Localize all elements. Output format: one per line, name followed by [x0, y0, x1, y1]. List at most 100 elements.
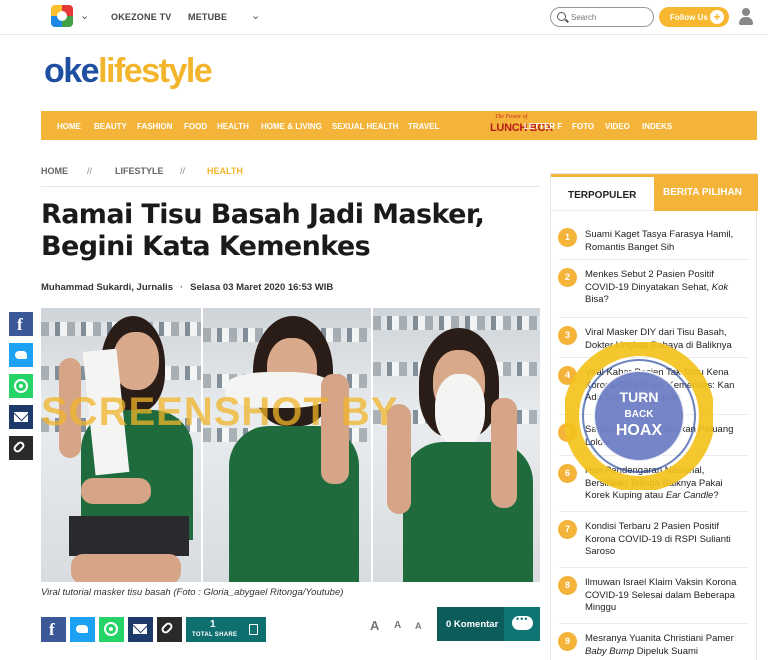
headline-italic: Ear Candle: [665, 490, 714, 501]
popular-divider: [559, 623, 749, 624]
popular-divider: [559, 259, 749, 260]
whatsapp-icon: [14, 379, 28, 393]
headline-tail: Bisa?: [585, 294, 609, 305]
nav-item-beauty[interactable]: BEAUTY: [94, 122, 127, 131]
top-divider: [0, 34, 768, 35]
nav-item-travel[interactable]: TRAVEL: [408, 122, 439, 131]
popular-rank-badge: 8: [558, 576, 577, 595]
bottom-copy-link-button[interactable]: [157, 617, 182, 642]
share-box-icon[interactable]: [249, 624, 258, 635]
nav-item-health[interactable]: HEALTH: [217, 122, 249, 131]
headline-italic: Baby Bump: [585, 645, 635, 657]
breadcrumb-separator: //: [180, 166, 186, 176]
okezone-logo-icon[interactable]: [51, 5, 73, 27]
facebook-icon: f: [17, 315, 23, 334]
article-title: Ramai Tisu Basah Jadi Masker, Begini Kat…: [41, 199, 485, 262]
search-input[interactable]: [571, 11, 649, 24]
total-share-counter: 1 TOTAL SHARE: [186, 617, 266, 642]
font-size-small-button[interactable]: A: [415, 621, 422, 631]
popular-divider: [559, 567, 749, 568]
mail-icon: [14, 412, 28, 422]
breadcrumb-home[interactable]: HOME: [41, 166, 68, 176]
popular-headline[interactable]: Suami Kaget Tasya Farasya Hamil, Romanti…: [585, 229, 747, 254]
headline-text: Kondisi Terbaru 2 Pasien Positif Korona …: [585, 521, 731, 557]
nav-item-food[interactable]: FOOD: [184, 122, 207, 131]
logo-oke: oke: [44, 52, 100, 90]
copy-link-button[interactable]: [9, 436, 33, 460]
nav-item-indeks[interactable]: INDEKS: [642, 122, 672, 131]
comment-bubble-icon: [504, 607, 540, 641]
byline-dot: ·: [179, 282, 184, 293]
nav-item-home-living[interactable]: HOME & LIVING: [261, 122, 322, 131]
tab-terpopuler-label: TERPOPULER: [568, 190, 637, 201]
whatsapp-icon: [104, 622, 118, 636]
main-nav: HOME BEAUTY FASHION FOOD HEALTH HOME & L…: [41, 111, 757, 140]
nav-item-home[interactable]: HOME: [57, 122, 81, 131]
total-share-label: TOTAL SHARE: [192, 632, 238, 638]
popular-rank-badge: 2: [558, 268, 577, 287]
article-author[interactable]: Muhammad Sukardi, Jurnalis: [41, 282, 173, 293]
headline-text: Ilmuwan Israel Klaim Vaksin Korona COVID…: [585, 577, 737, 613]
bottom-share-email-button[interactable]: [128, 617, 153, 642]
font-size-medium-button[interactable]: A: [394, 620, 401, 631]
follow-us-label: Follow Us: [670, 13, 708, 22]
top-link-metube[interactable]: METUBE: [188, 12, 227, 22]
facebook-icon: f: [49, 620, 55, 639]
top-link-okezone-tv[interactable]: OKEZONE TV: [111, 12, 172, 22]
search-box[interactable]: [550, 7, 654, 27]
lunchbox-tagline: The Power of: [495, 114, 528, 120]
article-photo[interactable]: SCREENSHOT BY: [41, 308, 540, 582]
nav-item-letter-f[interactable]: LETTER F: [524, 122, 562, 131]
search-icon: [557, 12, 566, 21]
breadcrumb-separator: //: [87, 166, 93, 176]
stamp-line-back: BACK: [625, 409, 655, 420]
photo-panel-1: [41, 308, 201, 582]
nav-item-sexual-health[interactable]: SEXUAL HEALTH: [332, 122, 398, 131]
photo-caption: Viral tutorial masker tisu basah (Foto :…: [41, 587, 344, 598]
popular-divider: [559, 317, 749, 318]
komentar-label: 0 Komentar: [446, 619, 499, 630]
headline-tail: Dipeluk Suami: [634, 645, 699, 657]
turnbackhoax-stamp-icon: TURN BACK HOAX: [565, 342, 713, 490]
headline-text: Mesranya Yuanita Christiani Pamer: [585, 633, 734, 644]
screenshot-watermark: SCREENSHOT BY: [41, 390, 399, 434]
more-chevron-icon[interactable]: ⌄: [251, 9, 260, 22]
popular-headline[interactable]: Menkes Sebut 2 Pasien Positif COVID-19 D…: [585, 269, 747, 307]
headline-tail: ?: [713, 490, 719, 501]
okelifestyle-logo[interactable]: okelifestyle: [44, 52, 213, 91]
bottom-share-twitter-button[interactable]: [70, 617, 95, 642]
bottom-share-facebook-button[interactable]: f: [41, 617, 66, 642]
tab-terpopuler[interactable]: TERPOPULER: [551, 174, 654, 211]
popular-divider: [559, 511, 749, 512]
nav-item-fashion[interactable]: FASHION: [137, 122, 173, 131]
font-size-large-button[interactable]: A: [370, 618, 379, 633]
share-email-button[interactable]: [9, 405, 33, 429]
breadcrumb-divider: [41, 186, 540, 187]
popular-headline[interactable]: Kondisi Terbaru 2 Pasien Positif Korona …: [585, 521, 747, 559]
user-account-icon[interactable]: [738, 8, 754, 26]
chevron-down-icon[interactable]: ⌄: [80, 9, 89, 22]
twitter-icon: [15, 351, 27, 359]
share-twitter-button[interactable]: [9, 343, 33, 367]
breadcrumb-health[interactable]: HEALTH: [207, 166, 243, 176]
article-byline: Muhammad Sukardi, Jurnalis · Selasa 03 Mar…: [41, 282, 333, 293]
tab-berita-pilihan[interactable]: BERITA PILIHAN: [654, 174, 758, 211]
nav-item-video[interactable]: VIDEO: [605, 122, 630, 131]
tab-berita-pilihan-label: BERITA PILIHAN: [663, 187, 742, 198]
popular-rank-badge: 1: [558, 228, 577, 247]
stamp-line-hoax: HOAX: [616, 422, 663, 439]
headline-text: Menkes Sebut 2 Pasien Positif COVID-19 D…: [585, 269, 714, 293]
share-whatsapp-button[interactable]: [9, 374, 33, 398]
popular-headline[interactable]: Mesranya Yuanita Christiani Pamer Baby B…: [585, 633, 747, 658]
bottom-share-whatsapp-button[interactable]: [99, 617, 124, 642]
nav-item-foto[interactable]: FOTO: [572, 122, 594, 131]
photo-panel-3: [373, 308, 540, 582]
popular-rank-badge: 9: [558, 632, 577, 651]
breadcrumb-lifestyle[interactable]: LIFESTYLE: [115, 166, 164, 176]
komentar-button[interactable]: 0 Komentar: [437, 607, 540, 641]
share-facebook-button[interactable]: f: [9, 312, 33, 336]
follow-us-button[interactable]: Follow Us +: [659, 7, 729, 27]
popular-headline[interactable]: Ilmuwan Israel Klaim Vaksin Korona COVID…: [585, 577, 747, 615]
stamp-line-turn: TURN: [620, 389, 659, 405]
photo-panel-2: [203, 308, 371, 582]
